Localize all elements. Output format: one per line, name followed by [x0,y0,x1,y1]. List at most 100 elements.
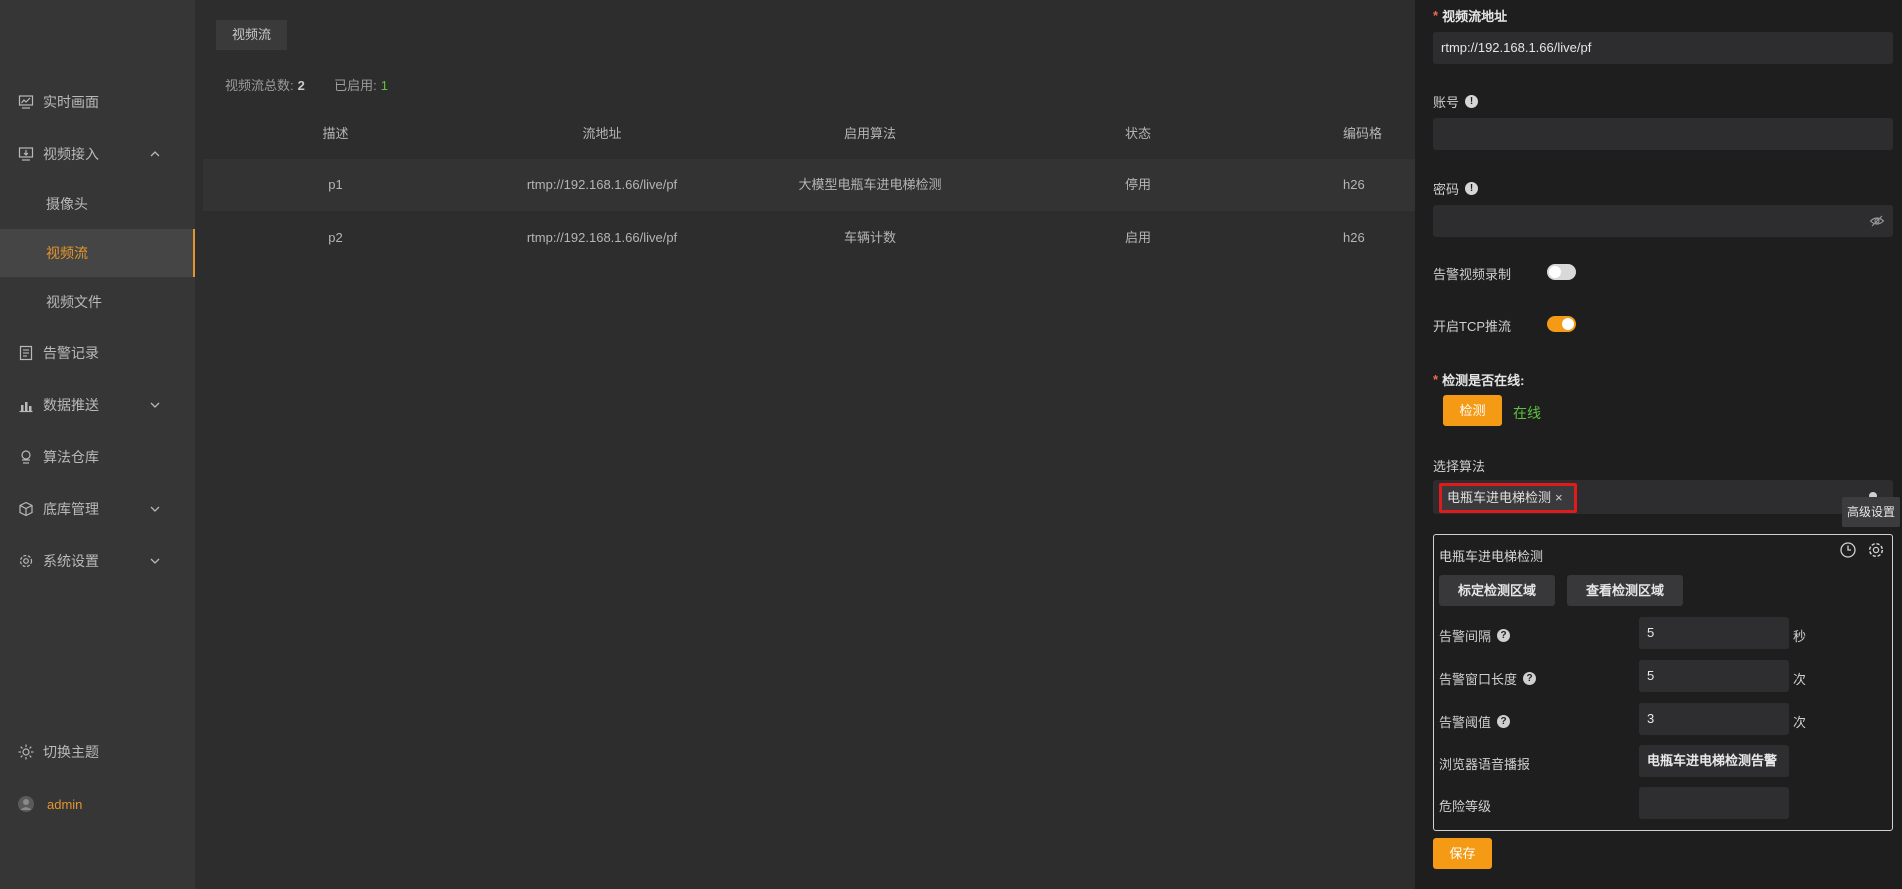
account-input[interactable] [1433,118,1893,150]
sidebar-item-label: 底库管理 [43,501,99,517]
stream-url-label-text: 视频流地址 [1442,9,1508,24]
eye-off-icon[interactable] [1869,213,1885,234]
cell-stream-url: rtmp://192.168.1.66/live/pf [526,177,678,192]
tcp-push-label: 开启TCP推流 [1433,319,1512,334]
header-algorithm: 启用算法 [843,126,896,141]
sidebar-item-alarm-records[interactable]: 告警记录 [0,329,195,377]
chevron-down-icon [148,554,162,568]
bar-upload-icon [17,396,35,414]
stream-url-label: * 视频流地址 [1433,6,1507,25]
stream-url-input[interactable]: rtmp://192.168.1.66/live/pf [1433,32,1893,64]
cell-algorithm: 车辆计数 [843,230,896,245]
alarm-interval-label: 告警间隔 ? [1439,626,1511,645]
toggle-knob [1562,318,1574,330]
sidebar-item-data-push[interactable]: 数据推送 [0,381,195,429]
gear-icon[interactable] [1867,541,1885,564]
view-area-button[interactable]: 查看检测区域 [1567,575,1683,606]
monitor-chart-icon [17,93,35,111]
sidebar-subitem-label: 摄像头 [46,196,88,212]
window-length-unit: 次 [1793,672,1807,687]
main-content: 视频流 视频流总数: 2 已启用: 1 描述 流地址 启用算法 状态 编码格 p1 … [195,0,1415,889]
selected-algorithm-tag[interactable]: 电瓶车进电梯检测 × [1439,483,1577,513]
sun-icon [17,743,35,761]
enabled-label: 已启用: [334,78,377,93]
calibrate-area-button[interactable]: 标定检测区域 [1439,575,1555,606]
password-label-text: 密码 [1433,182,1460,197]
algorithm-config-title: 电瓶车进电梯检测 [1439,549,1544,564]
sidebar-item-live-view[interactable]: 实时画面 [0,78,195,126]
tab-video-stream[interactable]: 视频流 [216,20,288,50]
sidebar-item-label: 视频接入 [43,146,99,162]
cell-status: 启用 [1124,230,1151,245]
help-icon[interactable]: ? [1497,715,1511,728]
close-icon[interactable]: × [1555,490,1563,505]
video-input-icon [17,145,35,163]
sidebar-item-gallery-management[interactable]: 底库管理 [0,485,195,533]
header-encoding: 编码格 [1343,126,1383,141]
threshold-label: 告警阈值 ? [1439,712,1511,731]
help-icon[interactable]: ? [1523,672,1537,685]
sidebar-subitem-camera[interactable]: 摄像头 [0,180,195,228]
clock-icon[interactable] [1839,541,1857,564]
online-check-label: * 检测是否在线: [1433,370,1524,389]
edit-drawer: * 视频流地址 rtmp://192.168.1.66/live/pf 账号 !… [1415,0,1902,889]
table-header: 描述 流地址 启用算法 状态 编码格 [203,108,1415,160]
chevron-down-icon [148,398,162,412]
chevron-up-icon [148,147,162,161]
toggle-knob [1549,266,1561,278]
required-mark: * [1433,8,1439,23]
user-menu[interactable]: admin [0,780,195,828]
tcp-push-toggle[interactable] [1547,316,1576,332]
threshold-input[interactable]: 3 [1639,703,1789,735]
header-description: 描述 [322,126,349,141]
info-icon[interactable]: ! [1465,95,1479,108]
account-label: 账号 ! [1433,92,1479,111]
sidebar-item-label: 数据推送 [43,397,99,413]
voice-broadcast-input[interactable]: 电瓶车进电梯检测告警 [1639,745,1789,777]
header-status: 状态 [1124,126,1151,141]
danger-level-input[interactable] [1639,787,1789,819]
threshold-unit: 次 [1793,715,1807,730]
save-button[interactable]: 保存 [1433,838,1492,869]
account-label-text: 账号 [1433,95,1460,110]
sidebar-subitem-label: 视频流 [46,245,88,261]
sidebar-subitem-video-file[interactable]: 视频文件 [0,278,195,326]
threshold-label-text: 告警阈值 [1439,715,1492,730]
password-input[interactable] [1433,205,1893,237]
sidebar-item-label: 算法仓库 [43,449,99,465]
table-row[interactable]: p2 rtmp://192.168.1.66/live/pf 车辆计数 启用 h… [203,212,1415,264]
sidebar-item-algorithm-store[interactable]: 算法仓库 [0,433,195,481]
sidebar-subitem-video-stream[interactable]: 视频流 [0,229,195,277]
alarm-record-toggle[interactable] [1547,264,1576,280]
danger-level-label: 危险等级 [1439,799,1492,814]
cell-encoding: h26 [1343,177,1365,192]
gear-icon [17,552,35,570]
info-icon[interactable]: ! [1465,182,1479,195]
help-icon[interactable]: ? [1497,629,1511,642]
cell-stream-url: rtmp://192.168.1.66/live/pf [526,230,678,245]
table-row[interactable]: p1 rtmp://192.168.1.66/live/pf 大模型电瓶车进电梯… [203,159,1415,211]
alarm-interval-label-text: 告警间隔 [1439,629,1492,644]
cell-encoding: h26 [1343,230,1365,245]
theme-toggle[interactable]: 切换主题 [0,728,195,776]
total-label: 视频流总数: [225,78,294,93]
document-list-icon [17,344,35,362]
tag-label: 电瓶车进电梯检测 [1447,490,1552,505]
chevron-down-icon [148,502,162,516]
sidebar-item-label: 系统设置 [43,553,99,569]
sidebar-item-video-input[interactable]: 视频接入 [0,130,195,178]
window-length-input[interactable]: 5 [1639,660,1789,692]
avatar [17,795,35,813]
alarm-record-label: 告警视频录制 [1433,267,1512,282]
stream-stats: 视频流总数: 2 已启用: 1 [225,75,388,94]
cell-algorithm: 大模型电瓶车进电梯检测 [798,177,942,192]
sidebar-item-system-settings[interactable]: 系统设置 [0,537,195,585]
alarm-interval-input[interactable]: 5 [1639,617,1789,649]
total-value: 2 [297,78,305,93]
check-online-button[interactable]: 检测 [1443,395,1502,426]
theme-toggle-label: 切换主题 [43,744,99,760]
voice-broadcast-label: 浏览器语音播报 [1439,757,1531,772]
password-label: 密码 ! [1433,179,1479,198]
sidebar-item-label: 告警记录 [43,345,99,361]
advanced-settings-tooltip: 高级设置 [1842,497,1900,527]
